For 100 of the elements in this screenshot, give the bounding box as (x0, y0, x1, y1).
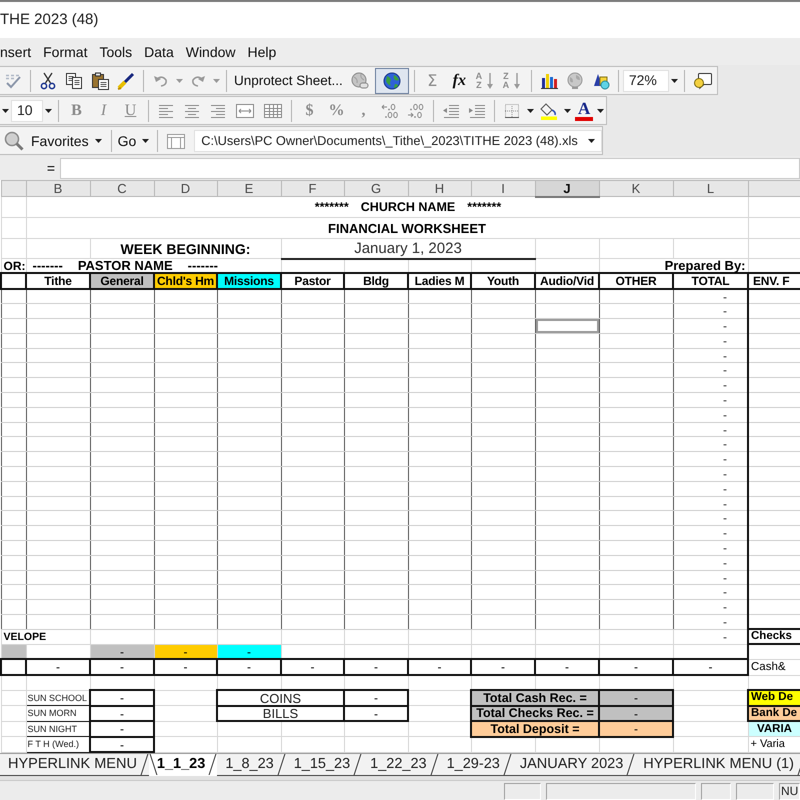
pastor-label: OR: (4, 260, 24, 272)
menu-item[interactable]: Format (43, 44, 88, 60)
font-color-button[interactable]: A (575, 100, 594, 120)
column-header[interactable]: D (154, 180, 217, 196)
unprotect-sheet-button[interactable]: Unprotect Sheet... (231, 72, 346, 90)
caret-icon[interactable] (94, 138, 102, 142)
table-cell: - (673, 526, 748, 541)
menu-item[interactable]: nsert (0, 44, 32, 60)
caret-icon[interactable] (142, 138, 150, 142)
table-cell: BILLS (217, 706, 344, 722)
borders-icon[interactable] (503, 102, 521, 120)
column-header[interactable]: C (90, 180, 154, 196)
header-cell: Ladies M (408, 273, 471, 289)
grid-icon[interactable] (263, 102, 283, 120)
formula-field[interactable] (60, 158, 800, 178)
column-header[interactable]: J (535, 180, 599, 196)
zoom-field[interactable]: 72% (622, 70, 669, 92)
table-cell: - (535, 659, 599, 676)
status-panel (736, 783, 774, 800)
formula-sign[interactable]: = (44, 160, 58, 176)
merge-center-icon[interactable] (235, 102, 255, 120)
column-header[interactable]: B (26, 180, 90, 196)
header-cell: Bldg (344, 273, 408, 289)
column-header[interactable]: L (673, 180, 748, 196)
font-size-field[interactable]: 10 (11, 100, 43, 122)
header-cell: Chld's Hm (154, 273, 217, 289)
sheet-tab[interactable]: 1_1_23 (148, 754, 218, 776)
decrease-decimal-icon[interactable] (407, 102, 425, 120)
table-cell: - (673, 614, 748, 630)
bar-chart-icon[interactable] (540, 72, 558, 90)
sheet-tab[interactable]: 1_15_23 (286, 754, 362, 776)
caret-icon[interactable] (564, 108, 571, 112)
table-cell: Cash& (748, 659, 800, 676)
table-cell: + Varia (748, 736, 800, 752)
web-toolbar-toggle[interactable] (374, 68, 409, 94)
caret-icon[interactable] (527, 108, 534, 112)
sheet-tab[interactable]: JANUARY 2023 (512, 754, 636, 776)
column-header[interactable]: H (408, 180, 471, 196)
table-cell: - (599, 690, 673, 706)
table-cell: Total Deposit = (471, 721, 599, 737)
table-cell: Web De (748, 690, 800, 706)
shapes-icon[interactable] (592, 72, 610, 90)
insert-function-button[interactable]: fx (446, 72, 473, 90)
caret-icon[interactable] (597, 108, 604, 112)
globe-icon[interactable] (566, 72, 584, 90)
sheet-tab[interactable]: 1_22_23 (362, 754, 439, 776)
caret-icon[interactable] (670, 78, 678, 82)
table-cell: COINS (217, 690, 344, 706)
sheet-tab[interactable]: 1_8_23 (217, 754, 286, 776)
globe-link-icon[interactable] (350, 72, 370, 90)
table-cell: - (673, 584, 748, 600)
window-icon[interactable] (166, 132, 186, 150)
search-icon[interactable] (4, 130, 24, 150)
down-arrow-icon (514, 72, 520, 88)
active-cell[interactable] (535, 318, 599, 334)
table-cell: - (90, 706, 154, 722)
increase-decimal-icon[interactable] (381, 102, 399, 120)
scissors-icon[interactable] (39, 72, 57, 90)
sheet-tab[interactable]: 1_29-23 (438, 754, 512, 776)
sheet-tab[interactable]: HYPERLINK MENU (0, 754, 149, 776)
table-cell: - (673, 600, 748, 615)
help-icon[interactable] (692, 72, 713, 90)
column-header[interactable]: K (599, 180, 673, 196)
table-cell: - (281, 659, 344, 676)
go-button[interactable]: Go (116, 132, 154, 150)
table-cell: - (673, 348, 748, 363)
menu-item[interactable]: Data (144, 44, 174, 60)
table-cell: - (599, 659, 673, 676)
dashes-text: ------- (32, 259, 63, 272)
favorites-button[interactable]: Favorites (28, 132, 107, 150)
header-cell: Missions (217, 273, 281, 289)
clipboard-icon[interactable] (91, 72, 109, 90)
asterisks-text: ******* (467, 201, 502, 214)
table-cell: - (408, 659, 471, 676)
table-cell: - (673, 333, 748, 348)
table-cell: - (471, 659, 535, 676)
menu-item[interactable]: Help (248, 44, 276, 60)
table-cell: - (673, 304, 748, 319)
menu-item[interactable]: Window (186, 44, 236, 60)
header-cell: TOTAL (673, 273, 748, 289)
worksheet-title: FINANCIAL WORKSHEET (327, 222, 487, 234)
header-cell: Youth (471, 273, 535, 289)
column-header[interactable]: I (471, 180, 535, 196)
caret-icon[interactable] (2, 108, 9, 112)
week-date: January 1, 2023 (353, 240, 463, 256)
menu-item[interactable]: Tools (99, 44, 132, 60)
table-cell: - (90, 721, 154, 737)
table-cell: - (673, 555, 748, 570)
table-cell: - (344, 706, 408, 722)
copy-icon[interactable] (65, 72, 83, 90)
paintbrush-icon[interactable] (117, 72, 135, 90)
column-header[interactable]: F (281, 180, 344, 196)
table-cell: - (217, 659, 281, 676)
fill-color-icon[interactable] (540, 102, 558, 120)
header-cell: Pastor (281, 273, 344, 289)
column-header[interactable]: E (217, 180, 281, 196)
column-header[interactable]: G (344, 180, 408, 196)
caret-icon[interactable] (588, 138, 595, 142)
caret-icon[interactable] (45, 108, 52, 112)
address-field[interactable]: C:\Users\PC Owner\Documents\_Tithe\_2023\TITHE 2023 (48).xls (194, 130, 602, 152)
